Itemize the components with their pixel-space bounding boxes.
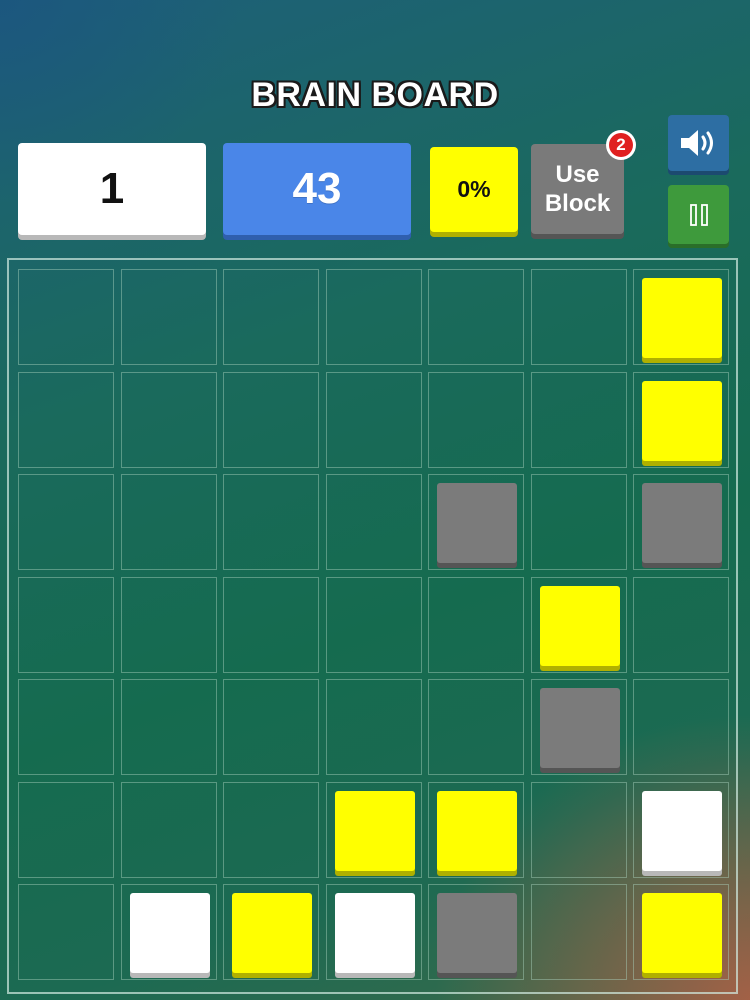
board-cell-r6-c2[interactable] xyxy=(120,781,217,878)
board-cell-r6-c7[interactable] xyxy=(633,781,729,878)
board-cell-r1-c4[interactable] xyxy=(325,269,422,365)
sound-toggle-button[interactable] xyxy=(668,115,729,171)
board-cell-r3-c1[interactable] xyxy=(18,474,114,570)
board-cell-r7-c1[interactable] xyxy=(18,884,114,980)
board-cell-r7-c3[interactable] xyxy=(223,884,319,980)
board-cell-r5-c4[interactable] xyxy=(325,679,422,775)
board-cell-r6-c6[interactable] xyxy=(530,781,627,878)
board-cell-r3-c7[interactable] xyxy=(633,474,729,570)
board-cell-r5-c5[interactable] xyxy=(428,679,524,775)
board-cell-r4-c3[interactable] xyxy=(223,576,319,673)
board-cell-r7-c4[interactable] xyxy=(325,884,422,980)
board-cell-r5-c2[interactable] xyxy=(120,679,217,775)
board-cell-r3-c2[interactable] xyxy=(120,474,217,570)
yellow-tile[interactable] xyxy=(437,790,517,871)
game-board xyxy=(7,258,738,994)
board-cell-r1-c3[interactable] xyxy=(223,269,319,365)
board-cell-r4-c2[interactable] xyxy=(120,576,217,673)
board-cell-r1-c7[interactable] xyxy=(633,269,729,365)
pause-icon xyxy=(689,203,708,226)
gray-tile[interactable] xyxy=(437,893,517,973)
board-cell-r1-c1[interactable] xyxy=(18,269,114,365)
moves-counter: 43 xyxy=(223,143,411,235)
use-block-label-line2: Block xyxy=(544,190,611,217)
use-block-count-badge: 2 xyxy=(606,130,636,160)
gray-tile[interactable] xyxy=(642,483,722,563)
yellow-tile[interactable] xyxy=(642,278,722,358)
board-cell-r1-c2[interactable] xyxy=(120,269,217,365)
board-cell-r5-c3[interactable] xyxy=(223,679,319,775)
board-cell-r2-c7[interactable] xyxy=(633,371,729,468)
yellow-tile[interactable] xyxy=(334,790,415,871)
gray-tile[interactable] xyxy=(437,483,517,563)
use-block-count: 2 xyxy=(609,133,633,157)
board-cell-r6-c4[interactable] xyxy=(325,781,422,878)
board-cell-r4-c5[interactable] xyxy=(428,576,524,673)
board-cell-r1-c6[interactable] xyxy=(530,269,627,365)
board-cell-r6-c3[interactable] xyxy=(223,781,319,878)
board-cell-r7-c5[interactable] xyxy=(428,884,524,980)
yellow-tile[interactable] xyxy=(232,893,312,973)
use-block-label-line1: Use xyxy=(555,161,600,188)
board-cell-r3-c4[interactable] xyxy=(325,474,422,570)
board-cell-r7-c2[interactable] xyxy=(120,884,217,980)
board-cell-r3-c6[interactable] xyxy=(530,474,627,570)
white-tile[interactable] xyxy=(642,790,722,871)
board-cell-r6-c5[interactable] xyxy=(428,781,524,878)
board-cell-r3-c3[interactable] xyxy=(223,474,319,570)
yellow-tile[interactable] xyxy=(642,893,722,973)
yellow-tile[interactable] xyxy=(539,585,620,666)
board-cell-r2-c4[interactable] xyxy=(325,371,422,468)
board-cell-r4-c4[interactable] xyxy=(325,576,422,673)
game-title: BRAIN BOARD xyxy=(251,76,499,114)
yellow-tile[interactable] xyxy=(642,380,722,461)
use-block-button[interactable]: Use Block xyxy=(531,144,624,234)
board-cell-r1-c5[interactable] xyxy=(428,269,524,365)
board-cell-r7-c7[interactable] xyxy=(633,884,729,980)
board-cell-r7-c6[interactable] xyxy=(530,884,627,980)
progress-percent: 0% xyxy=(430,147,518,232)
board-cell-r4-c6[interactable] xyxy=(530,576,627,673)
board-cell-r2-c1[interactable] xyxy=(18,371,114,468)
white-tile[interactable] xyxy=(334,893,415,973)
board-cell-r5-c6[interactable] xyxy=(530,679,627,775)
level-display: 1 xyxy=(18,143,206,235)
pause-button[interactable] xyxy=(668,185,729,244)
board-cell-r2-c6[interactable] xyxy=(530,371,627,468)
speaker-volume-icon xyxy=(680,130,713,156)
board-cell-r6-c1[interactable] xyxy=(18,781,114,878)
board-cell-r5-c7[interactable] xyxy=(633,679,729,775)
white-tile[interactable] xyxy=(129,893,210,973)
board-cell-r5-c1[interactable] xyxy=(18,679,114,775)
board-cell-r3-c5[interactable] xyxy=(428,474,524,570)
board-cell-r2-c2[interactable] xyxy=(120,371,217,468)
board-cell-r4-c7[interactable] xyxy=(633,576,729,673)
board-cell-r2-c3[interactable] xyxy=(223,371,319,468)
board-cell-r2-c5[interactable] xyxy=(428,371,524,468)
gray-tile[interactable] xyxy=(539,688,620,768)
board-cell-r4-c1[interactable] xyxy=(18,576,114,673)
